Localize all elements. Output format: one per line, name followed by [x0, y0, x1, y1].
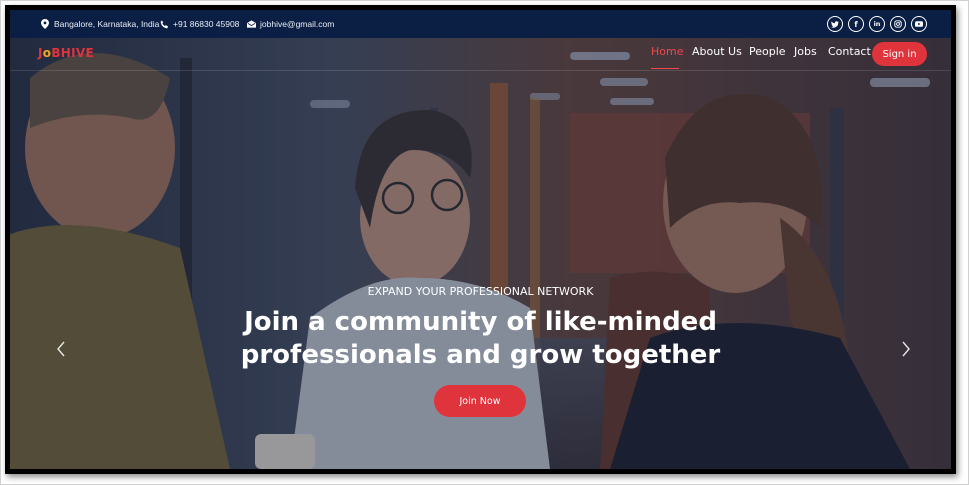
nav-people[interactable]: People: [749, 45, 786, 58]
phone-icon: [159, 19, 169, 29]
nav-home[interactable]: Home: [651, 45, 683, 58]
twitter-icon[interactable]: [827, 16, 843, 32]
hero-eyebrow: EXPAND YOUR PROFESSIONAL NETWORK: [367, 285, 594, 298]
map-pin-icon: [40, 19, 50, 29]
youtube-icon[interactable]: [911, 16, 927, 32]
chevron-left-icon[interactable]: [55, 340, 69, 358]
email-text: jobhive@gmail.com: [260, 19, 335, 29]
nav-divider: [10, 70, 951, 71]
email-info: jobhive@gmail.com: [246, 10, 334, 38]
top-info-bar: Bangalore, Karnataka, India +91 86830 45…: [10, 10, 951, 38]
hero-headline: Join a community of like-minded professi…: [10, 306, 951, 372]
phone-text: +91 86830 45908: [173, 19, 240, 29]
facebook-icon[interactable]: f: [848, 16, 864, 32]
page: Bangalore, Karnataka, India +91 86830 45…: [10, 10, 951, 469]
sign-in-button[interactable]: Sign in: [872, 42, 927, 66]
instagram-icon[interactable]: [890, 16, 906, 32]
nav-active-indicator: [651, 68, 679, 69]
browser-frame: Bangalore, Karnataka, India +91 86830 45…: [5, 5, 956, 474]
headline-line-2: professionals and grow together: [240, 340, 721, 370]
chevron-right-icon[interactable]: [900, 340, 914, 358]
jobhive-logo[interactable]: JoBHIVE: [38, 46, 94, 60]
location-info: Bangalore, Karnataka, India: [40, 10, 159, 38]
envelope-icon: [246, 19, 256, 29]
headline-line-1: Join a community of like-minded: [244, 307, 717, 337]
nav-jobs[interactable]: Jobs: [794, 45, 817, 58]
join-now-button[interactable]: Join Now: [434, 385, 526, 417]
nav-about-us[interactable]: About Us: [692, 45, 742, 58]
location-text: Bangalore, Karnataka, India: [54, 19, 160, 29]
logo-suffix: BHIVE: [51, 46, 94, 60]
linkedin-icon[interactable]: in: [869, 16, 885, 32]
phone-info: +91 86830 45908: [159, 10, 239, 38]
nav-contact[interactable]: Contact: [828, 45, 871, 58]
